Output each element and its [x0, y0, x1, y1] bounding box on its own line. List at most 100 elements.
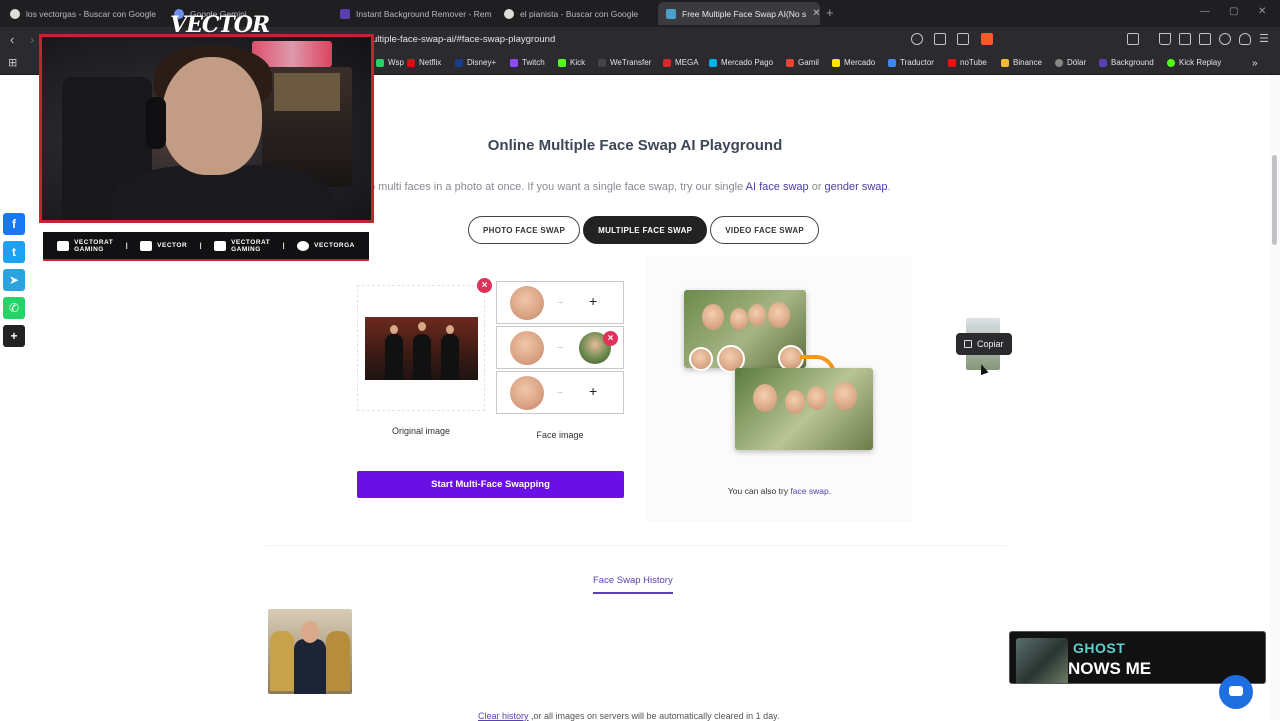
remove-original-button[interactable]: × [477, 278, 492, 293]
wallet-icon[interactable] [1199, 33, 1211, 45]
google-icon [504, 8, 514, 19]
remove-face-button[interactable]: × [603, 331, 618, 346]
chat-widget-button[interactable] [1219, 675, 1253, 709]
bookmark[interactable]: Wsp [376, 58, 404, 67]
original-image-preview [365, 317, 478, 380]
bookmark[interactable]: Disney+ [455, 58, 496, 67]
detected-face [510, 331, 544, 365]
add-face-button[interactable]: + [589, 383, 597, 399]
start-multi-face-swap-button[interactable]: Start Multi-Face Swapping [357, 471, 624, 498]
tab-title: los vectorgas - Buscar con Google [26, 8, 156, 19]
face-pair-row: → + [496, 281, 624, 324]
arrow-right-icon: → [555, 341, 564, 351]
bookmark[interactable]: Netflix [407, 58, 441, 67]
history-item-thumbnail[interactable] [268, 609, 352, 694]
google-icon [10, 8, 20, 19]
browser-tab[interactable]: los vectorgas - Buscar con Google [2, 2, 162, 25]
album-art [1016, 638, 1068, 683]
wetransfer-icon [598, 58, 606, 67]
menu-icon[interactable]: ☰ [1259, 32, 1269, 45]
tab-face-swap-history[interactable]: Face Swap History [593, 575, 673, 594]
bookmark[interactable]: WeTransfer [598, 58, 651, 67]
sidebar-icon[interactable] [1179, 33, 1191, 45]
bookmark[interactable]: Traductor [888, 58, 934, 67]
arrow-right-icon: → [555, 386, 564, 396]
ai-icon[interactable] [1219, 33, 1231, 45]
stream-logo: VECTOR [170, 12, 270, 38]
more-bookmarks-icon[interactable]: » [1252, 58, 1258, 69]
telegram-share-icon[interactable]: ➤ [3, 269, 25, 291]
original-image-label: Original image [391, 426, 451, 436]
bookmark[interactable]: Twitch [510, 58, 545, 67]
face-image-label: Face image [536, 430, 584, 440]
bookmark[interactable]: Dólar [1055, 58, 1086, 67]
tab-title: el pianista - Buscar con Google [520, 8, 639, 19]
gmail-icon [786, 58, 794, 67]
webcam-overlay [39, 34, 374, 223]
bookmark[interactable]: Mercado [832, 58, 875, 67]
tab-video-face-swap[interactable]: VIDEO FACE SWAP [710, 216, 820, 244]
maximize-icon[interactable]: ▢ [1229, 6, 1238, 17]
scrollbar-thumb[interactable] [1272, 155, 1277, 245]
face-pair-row: → + [496, 371, 624, 414]
new-tab-button[interactable]: + [826, 5, 834, 20]
reader-icon[interactable] [934, 33, 946, 45]
detected-face [510, 286, 544, 320]
bookmark[interactable]: Gamil [786, 58, 819, 67]
bookmark[interactable]: Mercado Pago [709, 58, 773, 67]
twitter-share-icon[interactable]: t [3, 241, 25, 263]
twitch-handle: VECTOR [140, 240, 187, 251]
close-window-icon[interactable]: ✕ [1258, 6, 1266, 17]
browser-tab[interactable]: el pianista - Buscar con Google [496, 2, 656, 25]
section-divider [266, 545, 1006, 546]
add-face-button[interactable]: + [589, 293, 597, 309]
close-tab-icon[interactable]: ✕ [812, 8, 820, 19]
youtube-handle: VECTORAT GAMING [57, 239, 113, 253]
back-icon[interactable]: ‹ [10, 32, 14, 47]
bookmark[interactable]: Kick Replay [1167, 58, 1221, 67]
bookmark[interactable]: Kick [558, 58, 585, 67]
translate-icon [888, 58, 896, 67]
download-icon[interactable] [1159, 33, 1171, 45]
bookmark[interactable]: noTube [948, 58, 987, 67]
bookmark[interactable]: MEGA [663, 58, 699, 67]
site-icon [1099, 58, 1107, 67]
browser-tab[interactable]: Instant Background Remover - Remo [332, 2, 492, 25]
facebook-share-icon[interactable]: f [3, 213, 25, 235]
kick-icon [1167, 58, 1175, 67]
bookmark[interactable]: Background [1099, 58, 1154, 67]
ai-face-swap-link[interactable]: AI face swap [746, 181, 809, 193]
url-field[interactable]: ultiple-face-swap-ai/#face-swap-playgrou… [372, 34, 555, 45]
more-share-button[interactable]: + [3, 325, 25, 347]
gender-swap-link[interactable]: gender swap [825, 181, 888, 193]
mercadopago-icon [709, 58, 717, 67]
instagram-handle: VECTORGA [297, 240, 355, 251]
browser-tab-active[interactable]: Free Multiple Face Swap AI(No s ✕ [658, 2, 820, 25]
tab-title: Instant Background Remover - Remo [356, 8, 492, 19]
globe-icon [1055, 58, 1063, 67]
copy-tooltip: Copiar [956, 333, 1012, 355]
screenshot-icon[interactable] [1127, 33, 1139, 45]
mode-tabs: PHOTO FACE SWAP MULTIPLE FACE SWAP VIDEO… [468, 216, 820, 244]
stream-social-bar: VECTORAT GAMING I VECTOR I VECTORAT GAMING… [43, 232, 369, 261]
tab-photo-face-swap[interactable]: PHOTO FACE SWAP [468, 216, 581, 244]
tab-multiple-face-swap[interactable]: MULTIPLE FACE SWAP [583, 216, 708, 244]
try-face-swap-text: You can also try face swap. [727, 486, 832, 496]
forward-icon[interactable]: › [30, 32, 34, 47]
translate-icon[interactable] [911, 33, 923, 45]
site-icon [666, 8, 676, 19]
brave-shield-icon[interactable] [981, 33, 993, 45]
vpn-icon[interactable] [1239, 33, 1251, 45]
arrow-right-icon: → [555, 296, 564, 306]
chat-icon [1229, 686, 1243, 696]
share-icon[interactable] [957, 33, 969, 45]
apps-grid-icon[interactable]: ⊞ [8, 56, 17, 69]
demo-face-swatch [689, 347, 713, 371]
bookmark[interactable]: Binance [1001, 58, 1042, 67]
notube-icon [948, 58, 956, 67]
whatsapp-icon [376, 58, 384, 67]
disney-icon [455, 58, 463, 67]
face-swap-link[interactable]: face swap [790, 486, 828, 496]
whatsapp-share-icon[interactable]: ✆ [3, 297, 25, 319]
minimize-icon[interactable]: — [1200, 6, 1210, 17]
